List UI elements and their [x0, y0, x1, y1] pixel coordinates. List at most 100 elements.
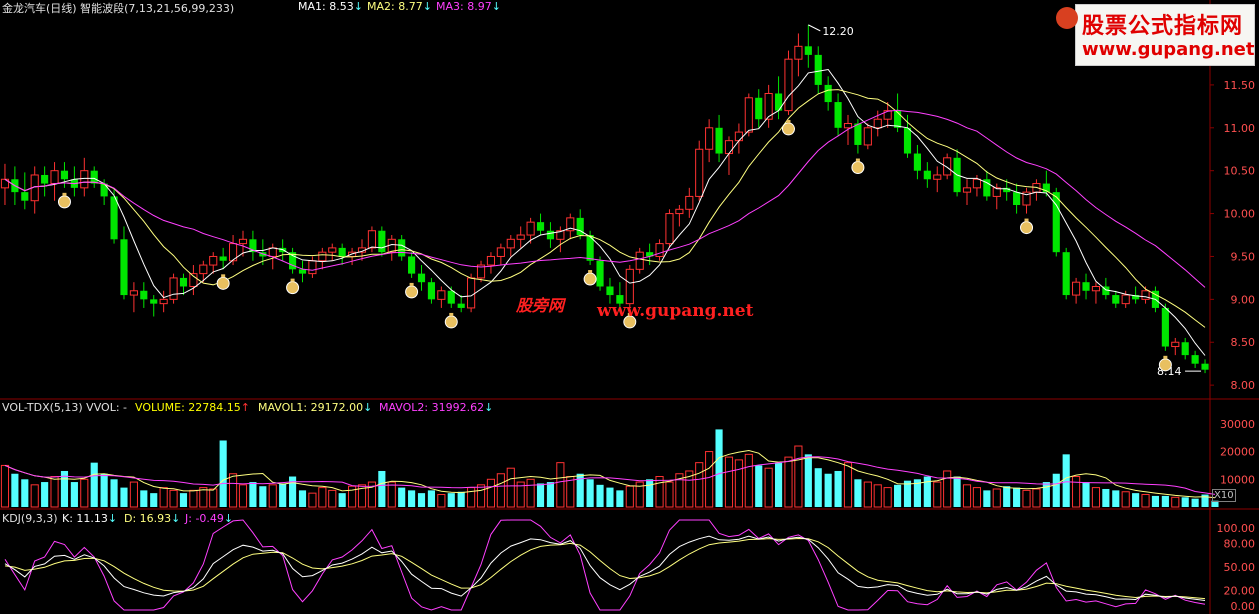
price-axis-label: 8.50: [1231, 336, 1256, 349]
candle-body: [467, 277, 476, 309]
volume-bar: [308, 492, 317, 508]
volume-bar: [238, 484, 248, 508]
volume-bar: [734, 459, 743, 508]
volume-value: VOLUME: 22784.15↑: [135, 401, 250, 414]
kdj-axis-label: 80.00: [1224, 537, 1256, 550]
candle-body: [695, 148, 704, 197]
candle-body: [298, 269, 307, 274]
volume-bar: [476, 484, 486, 508]
price-axis-label: 10.00: [1224, 208, 1256, 221]
kdj-axis-label: 100.00: [1217, 522, 1256, 535]
volume-bar: [1151, 495, 1160, 507]
volume-bar: [1022, 489, 1031, 508]
down-arrow-icon: ↓: [223, 512, 234, 525]
candle-body: [238, 238, 248, 245]
candle-body: [506, 238, 515, 249]
candle-body: [159, 298, 168, 305]
volume-bar: [1042, 482, 1050, 507]
volume-bar: [953, 476, 961, 507]
money-bag-icon: [216, 276, 230, 290]
volume-bar: [1121, 491, 1130, 508]
volume-bar: [427, 490, 436, 507]
candle-body: [90, 170, 98, 184]
price-axis-label: 11.50: [1224, 79, 1256, 92]
volume-bar: [268, 484, 277, 508]
kdj-axis-label: 50.00: [1224, 561, 1256, 574]
candle-body: [219, 256, 227, 261]
volume-bar: [249, 482, 257, 507]
volume-bar: [705, 451, 714, 508]
money-bag-icon: [444, 315, 458, 329]
money-bag-tie: [409, 282, 414, 286]
volume-bar: [110, 479, 118, 507]
volume-bar: [328, 489, 337, 508]
candle-body: [486, 255, 496, 266]
mavol2-value: MAVOL2: 31992.62↓: [379, 401, 493, 414]
volume-bar: [556, 462, 565, 508]
candle-body: [923, 170, 931, 180]
candle-body: [328, 247, 337, 253]
volume-bar: [695, 462, 704, 508]
ma3-label: MA3: 8.97↓: [436, 0, 501, 13]
candle-body: [665, 213, 674, 245]
volume-bar: [80, 478, 89, 508]
down-arrow-icon: ↓: [107, 512, 118, 525]
candle-body: [150, 299, 158, 304]
ma1-value: MA1: 8.53: [298, 0, 354, 13]
volume-bar: [289, 476, 297, 507]
money-bag-tie: [1163, 355, 1168, 359]
d-text: D: 16.93: [124, 512, 172, 525]
money-bag-icon: [57, 195, 71, 209]
volume-bar: [209, 488, 218, 508]
volume-bar: [903, 480, 912, 507]
candle-body: [943, 157, 952, 176]
candle-body: [824, 84, 832, 103]
volume-bar: [784, 456, 793, 508]
volume-bar: [140, 490, 148, 507]
kdj-axis-label: 20.00: [1224, 584, 1256, 597]
candle-body: [408, 256, 416, 274]
volume-bar: [933, 481, 942, 508]
j-value: J: -0.49↓: [185, 512, 233, 525]
candle-body: [625, 268, 634, 305]
volume-bar: [863, 481, 872, 508]
volume-bar: [606, 487, 614, 507]
volume-bar: [646, 479, 654, 507]
candle-body: [724, 140, 734, 155]
volume-bar: [179, 493, 188, 507]
candle-body: [1112, 295, 1120, 304]
volume-bar: [1112, 490, 1120, 507]
volume-bar: [883, 487, 892, 508]
volume-bar: [1141, 494, 1150, 508]
volume-bar: [1032, 488, 1041, 508]
volume-bar: [229, 473, 238, 508]
volume-bar: [1102, 488, 1110, 507]
volume-bar: [1161, 495, 1169, 507]
candle-body: [129, 290, 138, 296]
volume-bar: [496, 473, 505, 508]
volume-bar: [100, 473, 108, 507]
candle-body: [675, 208, 684, 215]
volume-bar: [755, 465, 763, 507]
volume-bar: [873, 484, 882, 508]
price-axis-label: 8.00: [1231, 379, 1256, 392]
candle-body: [715, 127, 723, 154]
money-bag-icon: [851, 161, 865, 175]
ma2-label: MA2: 8.77↓: [367, 0, 432, 13]
candle-body: [496, 247, 505, 257]
candle-body: [417, 273, 426, 283]
candle-body: [1091, 285, 1101, 292]
ma2-value: MA2: 8.77: [367, 0, 423, 13]
candle-body: [933, 174, 942, 180]
candle-body: [80, 170, 89, 189]
volume-bar: [814, 468, 822, 507]
candle-body: [169, 277, 178, 300]
candle-body: [367, 230, 376, 249]
candle-body: [843, 123, 853, 129]
candle-body: [209, 255, 218, 266]
volume-bar: [259, 486, 267, 507]
money-bag-tie: [855, 158, 860, 162]
volume-bar: [30, 484, 39, 508]
volume-bar: [1082, 482, 1090, 507]
volume-bar: [279, 483, 287, 507]
